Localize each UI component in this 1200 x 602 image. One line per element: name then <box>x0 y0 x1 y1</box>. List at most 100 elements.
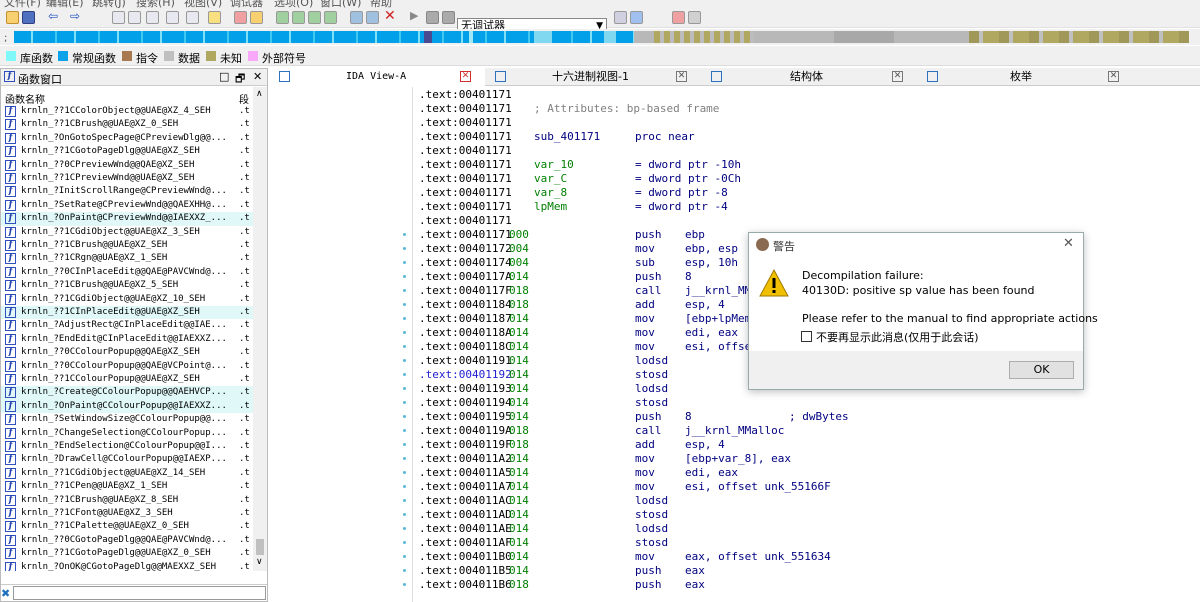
pause-icon[interactable] <box>426 11 439 24</box>
code-line[interactable]: .text:00401171 <box>419 144 1199 158</box>
function-list-item[interactable]: f krnln_??1CGotoPageDlg@@UAE@XZ_0_SEH .t <box>1 547 253 560</box>
code-line[interactable]: .text:00401171 <box>419 214 1199 228</box>
toolbar-tool-16-icon[interactable] <box>630 11 643 24</box>
function-list-item[interactable]: f krnln_?InitScrollRange@CPreviewWnd@....… <box>1 185 253 198</box>
scroll-up-icon[interactable]: ∧ <box>256 89 263 99</box>
panel-float-icon[interactable]: 🗗 <box>235 70 245 89</box>
function-list-item[interactable]: f krnln_??0CPreviewWnd@@QAE@XZ_SEH .t <box>1 159 253 172</box>
toolbar-tool-10-icon[interactable] <box>292 11 305 24</box>
scroll-down-icon[interactable]: ∨ <box>256 557 263 567</box>
code-line[interactable]: .text:004011AC 014 lodsd <box>419 494 1199 508</box>
code-line[interactable]: .text:00401195 014 push 8 ; dwBytes <box>419 410 1199 424</box>
function-list-item[interactable]: f krnln_?OnOK@CGotoPageDlg@@MAEXXZ_SEH .t <box>1 561 253 571</box>
function-list-item[interactable]: f krnln_??1CGdiObject@@UAE@XZ_14_SEH .t <box>1 467 253 480</box>
function-list-item[interactable]: f krnln_?Create@CColourPopup@@QAEHVCP....… <box>1 386 253 400</box>
function-list-item[interactable]: f krnln_??1CPen@@UAE@XZ_1_SEH .t <box>1 480 253 493</box>
stop-icon[interactable] <box>442 11 455 24</box>
function-list-item[interactable]: f krnln_??1CPreviewWnd@@UAE@XZ_SEH .t <box>1 172 253 185</box>
function-list-item[interactable]: f krnln_?EndSelection@CColourPopup@@I....… <box>1 440 253 453</box>
tab-close-icon[interactable]: ✕ <box>1108 71 1119 82</box>
menu-debugger[interactable]: 调试器 <box>230 0 263 8</box>
code-line[interactable]: .text:004011B6 018 push eax <box>419 578 1199 592</box>
function-list-item[interactable]: f krnln_??1CColorObject@@UAE@XZ_4_SEH .t <box>1 105 253 118</box>
column-function-name[interactable]: 函数名称 <box>5 91 45 106</box>
function-list-item[interactable]: f krnln_??1CRgn@@UAE@XZ_1_SEH .t <box>1 252 253 265</box>
function-list-item[interactable]: f krnln_??1CInPlaceEdit@@UAE@XZ_SEH .t <box>1 306 253 320</box>
tab-close-icon[interactable]: ✕ <box>676 71 687 82</box>
toolbar-tool-7-icon[interactable] <box>234 11 247 24</box>
toolbar-tool-15-icon[interactable] <box>614 11 627 24</box>
close-x-icon[interactable]: ✕ <box>384 9 397 23</box>
menu-options[interactable]: 选项(O) <box>274 0 313 8</box>
toolbar-tool-17-icon[interactable] <box>672 11 685 24</box>
tab-hex-view[interactable]: 十六进制视图-1 ✕ <box>486 68 701 86</box>
menu-help[interactable]: 帮助 <box>370 0 392 8</box>
function-list-item[interactable]: f krnln_??1CBrush@@UAE@XZ_5_SEH .t <box>1 279 253 292</box>
function-list-item[interactable]: f krnln_??1CGotoPageDlg@@UAE@XZ_SEH .t <box>1 145 253 158</box>
run-icon[interactable]: ▶ <box>410 10 423 23</box>
code-line[interactable]: .text:00401171 <box>419 116 1199 130</box>
function-list-item[interactable]: f krnln_?AdjustRect@CInPlaceEdit@@IAE....… <box>1 319 253 332</box>
code-line[interactable]: .text:00401171 ; Attributes: bp-based fra… <box>419 102 1199 116</box>
function-list-item[interactable]: f krnln_??0CColourPopup@@QAE@VCPoint@....… <box>1 360 253 373</box>
panel-close-icon[interactable]: ✕ <box>253 70 262 83</box>
code-line[interactable]: .text:00401171 <box>419 88 1199 102</box>
column-segment[interactable]: 段 <box>239 91 249 106</box>
function-list-item[interactable]: f krnln_??0CColourPopup@@QAE@XZ_SEH .t <box>1 346 253 359</box>
filter-close-icon[interactable]: ✖ <box>1 587 10 600</box>
scroll-thumb[interactable] <box>256 539 264 555</box>
function-list-item[interactable]: f krnln_?ChangeSelection@CColourPopup....… <box>1 427 253 440</box>
function-list-item[interactable]: f krnln_??0CGotoPageDlg@@QAE@PAVCWnd@....… <box>1 534 253 547</box>
toolbar-tool-5-icon[interactable] <box>186 11 199 24</box>
toolbar-tool-1-icon[interactable] <box>112 11 125 24</box>
dialog-titlebar[interactable]: 警告 ✕ <box>749 233 1083 257</box>
navigation-bar[interactable] <box>14 31 1189 43</box>
toolbar-tool-18-icon[interactable] <box>688 11 701 24</box>
code-line[interactable]: .text:004011A7 014 mov esi, offset unk_5516… <box>419 480 1199 494</box>
functions-scrollbar[interactable]: ∧ ∨ <box>253 87 267 571</box>
menu-search[interactable]: 搜索(H) <box>136 0 175 8</box>
toolbar-tool-13-icon[interactable] <box>350 11 363 24</box>
code-line[interactable]: .text:00401171 var_8 = dword ptr -8 <box>419 186 1199 200</box>
menu-edit[interactable]: 编辑(E) <box>46 0 84 8</box>
function-list-item[interactable]: f krnln_??1CPalette@@UAE@XZ_0_SEH .t <box>1 520 253 533</box>
forward-icon[interactable]: ⇨ <box>70 10 83 23</box>
function-list-item[interactable]: f krnln_??1CBrush@@UAE@XZ_8_SEH .t <box>1 494 253 507</box>
tab-close-icon[interactable]: ✕ <box>460 71 471 82</box>
back-icon[interactable]: ⇦ <box>48 10 61 23</box>
function-list-item[interactable]: f krnln_?OnPaint@CPreviewWnd@@IAEXXZ_....… <box>1 212 253 226</box>
toolbar-tool-9-icon[interactable] <box>276 11 289 24</box>
dont-show-again-checkbox[interactable] <box>801 331 812 342</box>
code-line[interactable]: .text:0040119A 018 call j__krnl_MMalloc <box>419 424 1199 438</box>
function-list-item[interactable]: f krnln_?SetWindowSize@CColourPopup@@....… <box>1 413 253 426</box>
code-line[interactable]: .text:0040119F 018 add esp, 4 <box>419 438 1199 452</box>
code-line[interactable]: .text:00401171 var_10 = dword ptr -10h <box>419 158 1199 172</box>
function-list-item[interactable]: f krnln_?DrawCell@CColourPopup@@IAEXP....… <box>1 453 253 466</box>
menu-view[interactable]: 视图(V) <box>184 0 222 8</box>
tab-close-icon[interactable]: ✕ <box>892 71 903 82</box>
toolbar-tool-14-icon[interactable] <box>366 11 379 24</box>
menu-window[interactable]: 窗口(W) <box>320 0 361 8</box>
code-line[interactable]: .text:004011AF 014 stosd <box>419 536 1199 550</box>
function-list-item[interactable]: f krnln_??1CBrush@@UAE@XZ_0_SEH .t <box>1 118 253 131</box>
tab-ida-view-a[interactable]: IDA View-A ✕ <box>270 68 485 86</box>
function-list-item[interactable]: f krnln_??1CFont@@UAE@XZ_3_SEH .t <box>1 507 253 520</box>
ok-button[interactable]: OK <box>1009 361 1074 379</box>
code-line[interactable]: .text:004011A5 014 mov edi, eax <box>419 466 1199 480</box>
function-list-item[interactable]: f krnln_?OnPaint@CColourPopup@@IAEXXZ....… <box>1 399 253 414</box>
toolbar-tool-3-icon[interactable] <box>146 11 159 24</box>
function-list-item[interactable]: f krnln_??1CColourPopup@@UAE@XZ_SEH .t <box>1 373 253 386</box>
function-list-item[interactable]: f krnln_??1CBrush@@UAE@XZ_SEH .t <box>1 239 253 252</box>
function-list-item[interactable]: f krnln_??1CGdiObject@@UAE@XZ_10_SEH .t <box>1 293 253 306</box>
code-line[interactable]: .text:004011B5 014 push eax <box>419 564 1199 578</box>
code-line[interactable]: .text:004011A2 014 mov [ebp+var_8], eax <box>419 452 1199 466</box>
functions-filter-input[interactable] <box>13 586 266 600</box>
toolbar-tool-12-icon[interactable] <box>324 11 337 24</box>
function-list-item[interactable]: f krnln_??1CGdiObject@@UAE@XZ_3_SEH .t <box>1 226 253 239</box>
tab-enums[interactable]: 枚举 ✕ <box>918 68 1133 86</box>
panel-restore-icon[interactable]: □ <box>219 70 229 83</box>
code-line[interactable]: .text:00401171 var_C = dword ptr -0Ch <box>419 172 1199 186</box>
menu-jump[interactable]: 跳转(J) <box>92 0 126 8</box>
function-list-item[interactable]: f krnln_??0CInPlaceEdit@@QAE@PAVCWnd@....… <box>1 266 253 279</box>
code-line[interactable]: .text:004011AE 014 lodsd <box>419 522 1199 536</box>
